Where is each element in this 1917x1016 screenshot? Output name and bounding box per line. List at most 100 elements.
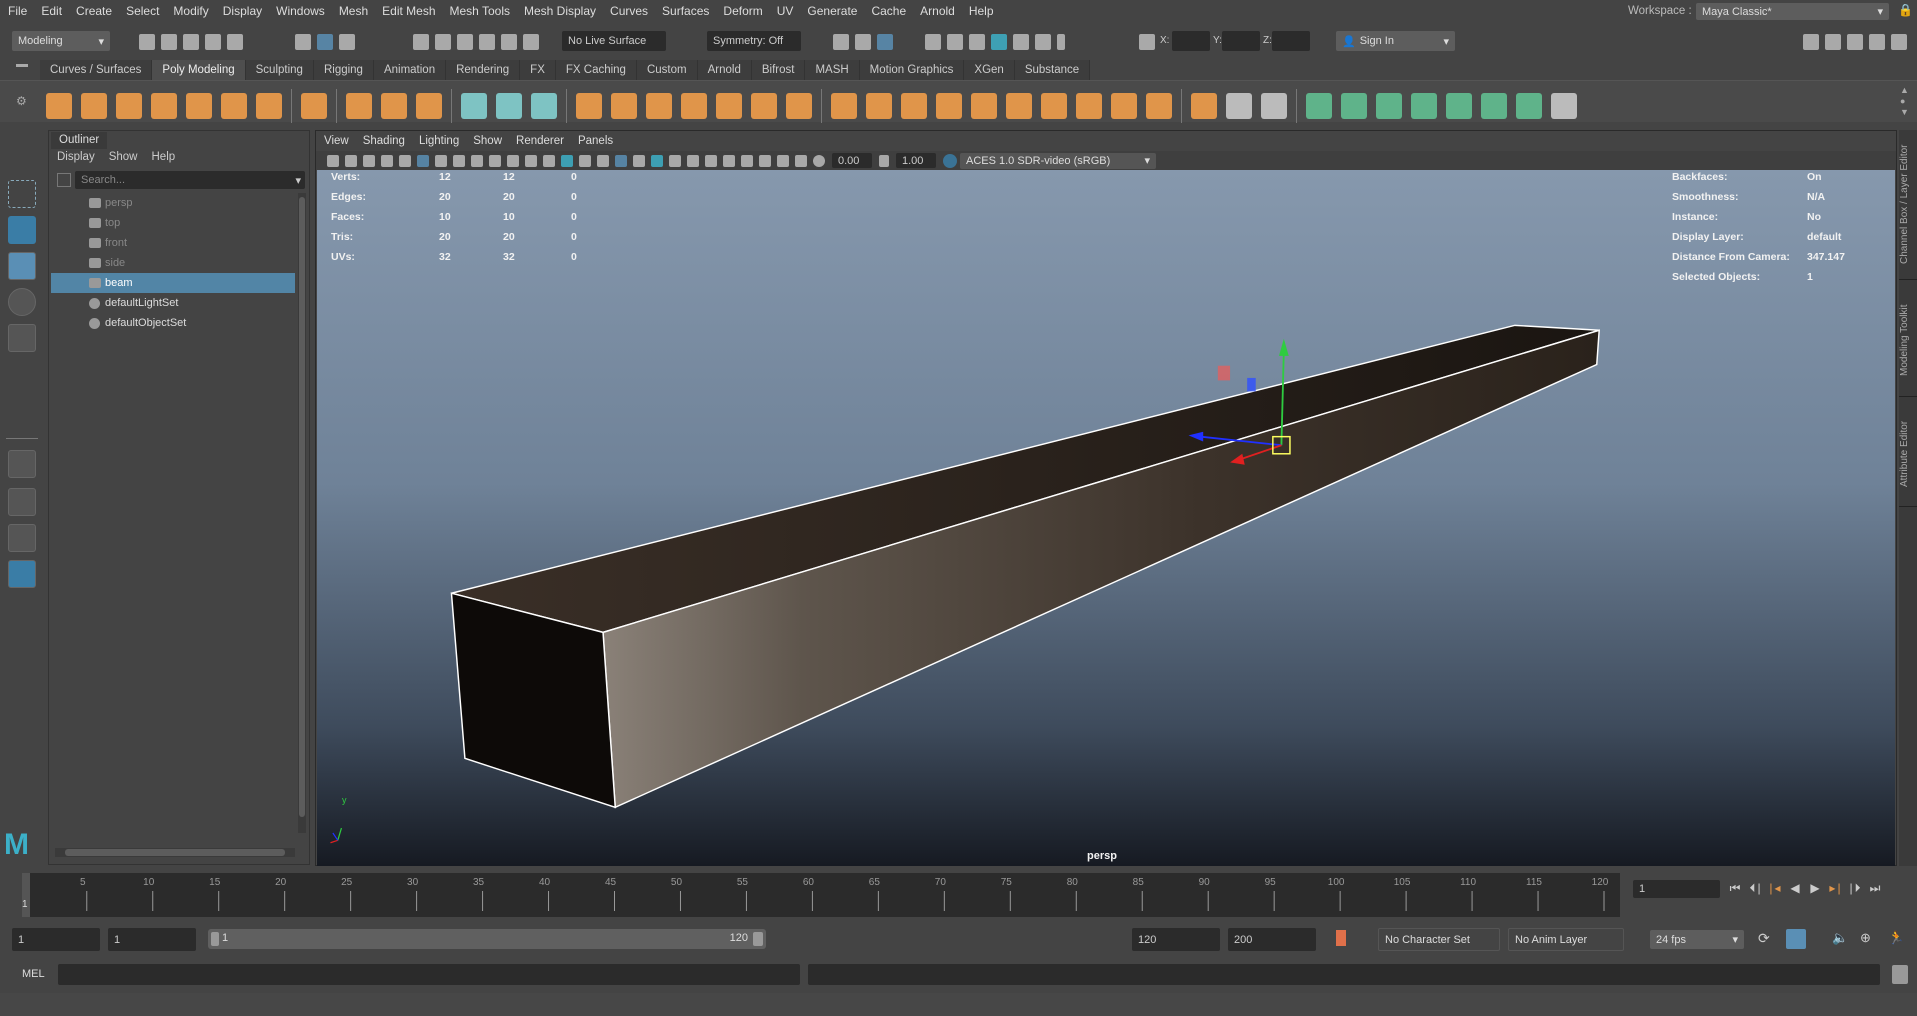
character-controls-icon[interactable] xyxy=(1825,34,1841,50)
grease-pencil-icon[interactable] xyxy=(399,154,411,167)
command-input[interactable] xyxy=(58,964,800,985)
automatic-uv-icon[interactable] xyxy=(1411,93,1437,119)
ipr-render-icon[interactable] xyxy=(947,34,963,50)
range-slider[interactable]: 1 120 xyxy=(208,929,766,949)
combine-icon[interactable] xyxy=(576,93,602,119)
shelf-settings-icon[interactable]: ⚙ xyxy=(16,94,27,108)
layer-editor-icon[interactable] xyxy=(1891,34,1907,50)
sign-in-dropdown[interactable]: 👤 Sign In ▾ xyxy=(1336,31,1455,51)
go-to-end-icon[interactable]: ⏭ xyxy=(1868,881,1884,895)
menu-display[interactable]: Display xyxy=(223,4,262,18)
attribute-editor-icon[interactable] xyxy=(1847,34,1863,50)
new-scene-icon[interactable] xyxy=(139,34,155,50)
menu-deform[interactable]: Deform xyxy=(723,4,762,18)
two-view-layout-icon[interactable] xyxy=(8,524,36,552)
menu-uv[interactable]: UV xyxy=(777,4,794,18)
render-frame-icon[interactable] xyxy=(925,34,941,50)
play-backward-icon[interactable]: ◀ xyxy=(1788,881,1804,895)
menu-mesh[interactable]: Mesh xyxy=(339,4,368,18)
image-plane-icon[interactable] xyxy=(381,154,393,167)
viewport-menu-shading[interactable]: Shading xyxy=(363,135,405,147)
wireframe-on-shaded-icon[interactable] xyxy=(597,154,609,167)
append-polygon-icon[interactable] xyxy=(936,93,962,119)
outliner-menu-show[interactable]: Show xyxy=(109,151,138,163)
outliner-item[interactable]: top xyxy=(51,213,295,233)
snap-grid-icon[interactable] xyxy=(413,34,429,50)
poly-torus-icon[interactable] xyxy=(186,93,212,119)
play-forward-icon[interactable]: ▶ xyxy=(1808,881,1824,895)
shelf-tab-custom[interactable]: Custom xyxy=(636,60,698,80)
outliner-item[interactable]: side xyxy=(51,253,295,273)
cache-playback-icon[interactable] xyxy=(1786,929,1806,949)
playback-end-field[interactable]: 120 xyxy=(1132,928,1220,951)
single-view-layout-icon[interactable] xyxy=(8,450,36,478)
freeze-transform-icon[interactable] xyxy=(531,93,557,119)
uv-editor-icon[interactable] xyxy=(1481,93,1507,119)
resolution-gate-icon[interactable] xyxy=(453,154,465,167)
paint-select-tool-icon[interactable] xyxy=(8,216,36,244)
viewport-menu-renderer[interactable]: Renderer xyxy=(516,135,564,147)
shelf-tab-rendering[interactable]: Rendering xyxy=(446,60,521,80)
menu-mesh-display[interactable]: Mesh Display xyxy=(524,4,596,18)
gamma-field[interactable]: 1.00 xyxy=(896,153,936,168)
bevel-icon[interactable] xyxy=(901,93,927,119)
anim-layer-dropdown[interactable]: No Anim Layer xyxy=(1508,928,1624,951)
shelf-tab-poly-modeling[interactable]: Poly Modeling xyxy=(152,60,246,80)
input-output-icon[interactable] xyxy=(855,34,871,50)
circularize-icon[interactable] xyxy=(1076,93,1102,119)
center-pivot-icon[interactable] xyxy=(461,93,487,119)
menu-modify[interactable]: Modify xyxy=(173,4,208,18)
fps-dropdown[interactable]: 24 fps ▾ xyxy=(1650,930,1744,949)
outliner-menu-help[interactable]: Help xyxy=(152,151,176,163)
menu-windows[interactable]: Windows xyxy=(276,4,325,18)
anim-prefs-icon[interactable]: ⊕ xyxy=(1860,930,1871,946)
merge-icon[interactable] xyxy=(1146,93,1172,119)
playback-start-field[interactable]: 1 xyxy=(108,928,196,951)
field-chart-icon[interactable] xyxy=(489,154,501,167)
shelf-tab-fx-caching[interactable]: FX Caching xyxy=(555,60,637,80)
channel-box-icon[interactable] xyxy=(1869,34,1885,50)
shelf-tab-sculpting[interactable]: Sculpting xyxy=(245,60,314,80)
step-back-key-icon[interactable]: ⏴| xyxy=(1748,881,1764,895)
open-scene-icon[interactable] xyxy=(161,34,177,50)
film-gate-icon[interactable] xyxy=(435,154,447,167)
menu-select[interactable]: Select xyxy=(126,4,159,18)
poly-cylinder-icon[interactable] xyxy=(116,93,142,119)
edge-loop-icon[interactable] xyxy=(1226,93,1252,119)
scale-tool-icon[interactable] xyxy=(8,324,36,352)
step-forward-key-icon[interactable]: |⏵ xyxy=(1848,881,1864,895)
render-view-icon[interactable] xyxy=(1013,34,1029,50)
menu-edit-mesh[interactable]: Edit Mesh xyxy=(382,4,435,18)
construction-history-icon[interactable] xyxy=(833,34,849,50)
depth-of-field-icon[interactable] xyxy=(723,154,735,167)
default-material-icon[interactable] xyxy=(579,154,591,167)
exposure-field[interactable]: 0.00 xyxy=(832,153,872,168)
hypershade-icon[interactable] xyxy=(991,34,1007,50)
outliner-tab[interactable]: Outliner xyxy=(51,132,108,149)
shelf-menu-icon[interactable] xyxy=(16,64,28,67)
safe-action-icon[interactable] xyxy=(507,154,519,167)
shelf-tab-rigging[interactable]: Rigging xyxy=(313,60,374,80)
scene-start-field[interactable]: 1 xyxy=(12,928,100,951)
poke-icon[interactable] xyxy=(1041,93,1067,119)
svg-icon[interactable] xyxy=(416,93,442,119)
range-end-handle[interactable] xyxy=(753,932,763,946)
character-icon[interactable]: 🏃 xyxy=(1888,930,1904,946)
safe-title-icon[interactable] xyxy=(525,154,537,167)
color-space-dropdown[interactable]: ACES 1.0 SDR-video (sRGB) ▾ xyxy=(960,152,1156,169)
snap-projected-center-icon[interactable] xyxy=(479,34,495,50)
xray-icon[interactable] xyxy=(759,154,771,167)
outliner-item[interactable]: beam xyxy=(51,273,295,293)
fill-hole-icon[interactable] xyxy=(971,93,997,119)
textured-icon[interactable] xyxy=(615,154,627,167)
character-set-dropdown[interactable]: No Character Set xyxy=(1378,928,1500,951)
grid-icon[interactable] xyxy=(417,154,429,167)
camera-attributes-icon[interactable] xyxy=(345,154,357,167)
remesh-icon[interactable] xyxy=(751,93,777,119)
menu-generate[interactable]: Generate xyxy=(807,4,857,18)
menuset-dropdown[interactable]: Modeling ▾ xyxy=(12,31,110,51)
y-field[interactable] xyxy=(1222,31,1260,51)
poly-diamond-icon[interactable] xyxy=(221,93,247,119)
shelf-tab-mash[interactable]: MASH xyxy=(805,60,860,80)
platonic-solid-icon[interactable] xyxy=(301,93,327,119)
